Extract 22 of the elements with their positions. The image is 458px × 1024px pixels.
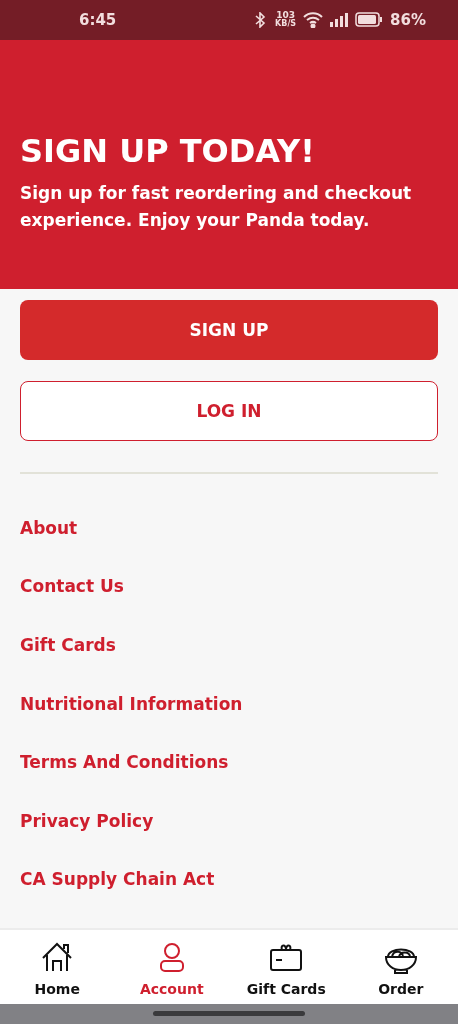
log-in-button[interactable]: LOG IN xyxy=(20,380,438,441)
menu-link[interactable]: Nutritional Information xyxy=(20,693,243,714)
menu-link[interactable]: Contact Us xyxy=(20,576,124,597)
menu-link[interactable]: Privacy Policy xyxy=(20,810,154,831)
nav-tab[interactable]: Home xyxy=(0,929,115,1004)
nav-tab[interactable]: Account xyxy=(114,929,229,1004)
battery-percent: 86% xyxy=(390,10,426,29)
menu-link[interactable]: Gift Cards xyxy=(20,635,116,655)
hero-text: Sign up for fast reordering and checkout experience. Enjoy your Panda today. xyxy=(20,181,413,232)
network-speed: 103 KB/S xyxy=(275,11,297,29)
nav-tab[interactable]: Gift Cards xyxy=(229,929,344,1004)
status-time: 6:45 xyxy=(79,10,118,29)
battery-icon xyxy=(355,12,384,28)
home-indicator[interactable] xyxy=(153,1011,305,1017)
wifi-icon xyxy=(303,11,324,28)
sign-up-button[interactable]: SIGN UP xyxy=(20,299,438,360)
menu-link[interactable]: Terms And Conditions xyxy=(20,752,229,773)
signal-icon xyxy=(330,12,349,27)
menu-link[interactable]: About xyxy=(20,517,78,538)
nav-tab[interactable]: Order xyxy=(343,929,458,1004)
hero-title: SIGN UP TODAY! xyxy=(20,131,316,170)
menu-link[interactable]: CA Supply Chain Act xyxy=(20,869,215,890)
